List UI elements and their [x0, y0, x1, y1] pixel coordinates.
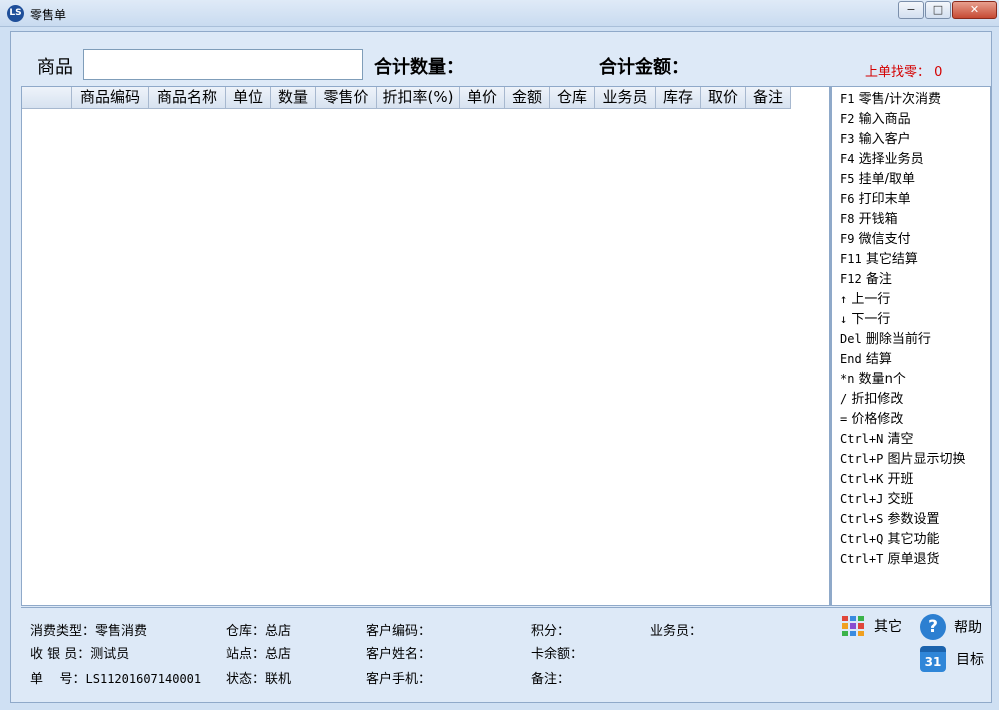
shortcut-item: F12 备注 — [840, 272, 892, 287]
grid-column-header[interactable]: 取价 — [701, 87, 746, 109]
other-button[interactable]: 其它 — [842, 616, 902, 636]
shortcut-item: Ctrl+J 交班 — [840, 492, 914, 507]
grid-column-header[interactable]: 商品名称 — [149, 87, 226, 109]
shortcut-item: F9 微信支付 — [840, 232, 911, 247]
remark-label: 备注： — [531, 672, 571, 687]
salesman-label: 业务员： — [650, 624, 703, 639]
card-balance-label: 卡余额： — [531, 647, 584, 662]
shortcut-item: ↓ 下一行 — [840, 312, 891, 327]
maximize-button[interactable]: □ — [925, 1, 951, 19]
shortcut-item: F4 选择业务员 — [840, 152, 924, 167]
site-value: 总店 — [265, 647, 292, 662]
grid-header: 商品编码 商品名称 单位 数量 零售价 折扣率(%) 单价 金额 仓库 业务员 … — [22, 87, 791, 109]
grid-column-header[interactable]: 库存 — [656, 87, 701, 109]
target-button[interactable]: 31 目标 — [920, 646, 984, 672]
status-field: 状态：联机 — [226, 672, 292, 687]
grid-column-header[interactable]: 单价 — [460, 87, 505, 109]
window-title: 零售单 — [30, 8, 67, 22]
arrow-up-icon: ↑ — [840, 292, 848, 306]
grid-column-header[interactable]: 商品编码 — [72, 87, 149, 109]
last-change-text: 上单找零： 0 — [865, 65, 943, 80]
shortcut-item: F8 开钱箱 — [840, 212, 898, 227]
shortcut-item: F1 零售/计次消费 — [840, 92, 941, 107]
app-logo-icon: LS — [7, 5, 24, 22]
grid-column-header[interactable]: 备注 — [746, 87, 791, 109]
grid-column-selector[interactable] — [22, 87, 72, 109]
shortcut-item: = 价格修改 — [840, 412, 904, 427]
grid-column-header[interactable]: 仓库 — [550, 87, 595, 109]
site-field: 站点：总店 — [226, 647, 292, 662]
warehouse-field: 仓库：总店 — [226, 624, 292, 639]
shortcut-item: F5 挂单/取单 — [840, 172, 915, 187]
grid-column-header[interactable]: 数量 — [271, 87, 316, 109]
warehouse-value: 总店 — [265, 624, 292, 639]
status-value: 联机 — [265, 672, 292, 687]
grid-column-header[interactable]: 零售价 — [316, 87, 377, 109]
shortcut-item: Ctrl+Q 其它功能 — [840, 532, 940, 547]
shortcut-item: Ctrl+P 图片显示切换 — [840, 452, 966, 467]
items-grid[interactable]: 商品编码 商品名称 单位 数量 零售价 折扣率(%) 单价 金额 仓库 业务员 … — [21, 86, 830, 606]
shortcut-item: ↑ 上一行 — [840, 292, 891, 307]
total-amount-label: 合计金额： — [599, 57, 689, 78]
cashier-field: 收 银 员：测试员 — [30, 647, 130, 662]
shortcut-item: Ctrl+K 开班 — [840, 472, 914, 487]
grid-column-header[interactable]: 单位 — [226, 87, 271, 109]
goods-label: 商品 — [37, 57, 73, 78]
shortcut-item: Ctrl+S 参数设置 — [840, 512, 940, 527]
apps-icon — [842, 616, 864, 636]
shortcut-item: / 折扣修改 — [840, 392, 904, 407]
shortcut-item: Ctrl+N 清空 — [840, 432, 914, 447]
total-quantity-label: 合计数量： — [374, 57, 464, 78]
footer-info: 消费类型：零售消费 收 银 员：测试员 单 号：LS11201607140001… — [21, 607, 991, 700]
grid-column-header[interactable]: 金额 — [505, 87, 550, 109]
shortcut-item: End 结算 — [840, 352, 892, 367]
points-label: 积分： — [531, 624, 571, 639]
grid-column-header[interactable]: 折扣率(%) — [377, 87, 460, 109]
help-button[interactable]: ? 帮助 — [920, 614, 982, 640]
shortcut-item: Ctrl+T 原单退货 — [840, 552, 940, 567]
arrow-down-icon: ↓ — [840, 312, 848, 326]
minimize-button[interactable]: − — [898, 1, 924, 19]
shortcut-item: F2 输入商品 — [840, 112, 911, 127]
cashier-value: 测试员 — [90, 647, 130, 662]
customer-code-label: 客户编码： — [366, 624, 432, 639]
order-number-field: 单 号：LS11201607140001 — [30, 672, 202, 687]
consume-type-value: 零售消费 — [95, 624, 148, 639]
top-bar: 商品 合计数量： 合计金额： 上单找零： 0 — [11, 41, 991, 86]
calendar-icon: 31 — [920, 646, 946, 672]
consume-type-field: 消费类型：零售消费 — [30, 624, 148, 639]
close-button[interactable]: ✕ — [952, 1, 997, 19]
shortcut-item: *n 数量n个 — [840, 372, 906, 387]
grid-column-header[interactable]: 业务员 — [595, 87, 656, 109]
customer-name-label: 客户姓名： — [366, 647, 432, 662]
shortcut-item: F11 其它结算 — [840, 252, 918, 267]
help-icon: ? — [920, 614, 946, 640]
order-number-value: LS11201607140001 — [85, 672, 202, 686]
shortcut-item: F6 打印末单 — [840, 192, 911, 207]
shortcut-item: Del 删除当前行 — [840, 332, 931, 347]
shortcut-panel: F1 零售/计次消费 F2 输入商品 F3 输入客户 F4 选择业务员 F5 挂… — [830, 86, 991, 606]
title-bar: LS 零售单 − □ ✕ — [0, 0, 999, 27]
customer-phone-label: 客户手机： — [366, 672, 432, 687]
goods-input[interactable] — [83, 49, 363, 80]
shortcut-item: F3 输入客户 — [840, 132, 911, 147]
